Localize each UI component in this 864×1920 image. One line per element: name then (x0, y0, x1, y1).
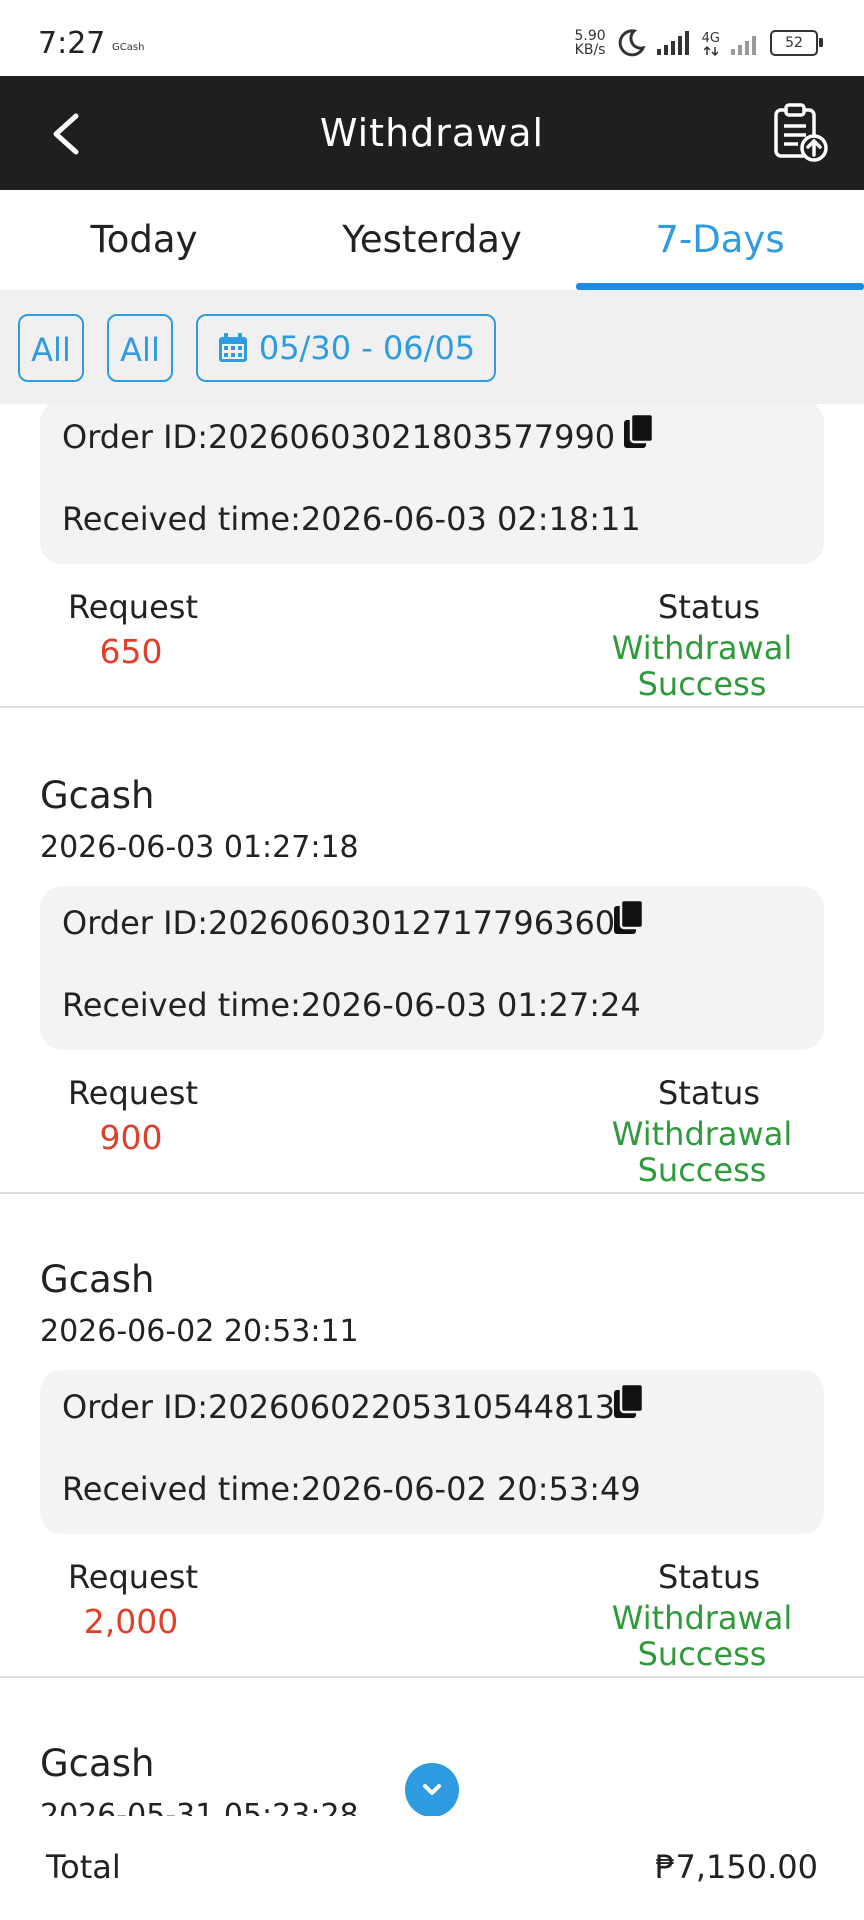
clipboard-upload-icon (774, 103, 828, 162)
moon-icon (618, 29, 646, 57)
tab-yesterday[interactable]: Yesterday (288, 190, 576, 290)
filter-bar: All All 05/30 - 06/05 (0, 290, 864, 404)
order-id: Order ID:20260603021803577990 (62, 418, 616, 456)
status-value: Withdrawal Success (592, 1116, 812, 1188)
status-value: Withdrawal Success (592, 1600, 812, 1672)
record-date: 2026-06-02 20:53:11 (40, 1314, 359, 1349)
battery-indicator: 52 (770, 30, 823, 56)
app-header: Withdrawal (0, 76, 864, 190)
page-title: Withdrawal (319, 111, 545, 155)
request-label: Request (68, 588, 198, 626)
status-line-1: Withdrawal (611, 1115, 793, 1153)
status-label: Status (658, 1558, 760, 1596)
signal-icon (656, 31, 689, 55)
status-time: 7:27 (38, 26, 106, 61)
network-speed: 5.90 KB/s (574, 29, 605, 57)
status-line-2: Success (637, 665, 767, 703)
total-label: Total (46, 1848, 121, 1886)
request-amount: 900 (99, 1118, 163, 1157)
status-line-1: Withdrawal (611, 629, 793, 667)
status-label: Status (658, 1074, 760, 1112)
status-line-2: Success (637, 1151, 767, 1189)
order-info-box: Order ID:20260603021803577990 Received t… (40, 404, 824, 564)
withdrawal-list[interactable]: Order ID:20260603021803577990 Received t… (0, 404, 864, 1816)
received-time: Received time:2026-06-02 20:53:49 (62, 1470, 641, 1508)
filter-chip-1[interactable]: All (18, 314, 84, 382)
filter-chip-2[interactable]: All (107, 314, 173, 382)
request-amount: 650 (99, 632, 163, 671)
network-speed-value: 5.90 (574, 28, 606, 44)
copy-icon[interactable] (622, 412, 656, 452)
record-date: 2026-06-03 01:27:18 (40, 830, 359, 865)
order-info-box: Order ID:20260602205310544813 Received t… (40, 1370, 824, 1534)
data-arrows-icon (703, 45, 718, 56)
date-tabs: Today Yesterday 7-Days (0, 190, 864, 290)
request-amount: 2,000 (83, 1602, 179, 1641)
divider (0, 706, 864, 708)
payment-method: Gcash (40, 774, 155, 817)
received-time: Received time:2026-06-03 01:27:24 (62, 986, 641, 1024)
mobile-data: 4G (702, 31, 720, 56)
order-info-box: Order ID:20260603012717796360 Received t… (40, 886, 824, 1050)
total-value: ₱7,150.00 (655, 1848, 818, 1886)
status-bar: 7:27 GCash 5.90 KB/s 4G 52 (0, 0, 864, 76)
payment-method: Gcash (40, 1258, 155, 1301)
total-footer: Total ₱7,150.00 (0, 1816, 864, 1920)
status-app-name: GCash (112, 42, 145, 53)
status-value: Withdrawal Success (592, 630, 812, 702)
report-button[interactable] (770, 102, 830, 164)
calendar-icon (218, 333, 247, 362)
received-time: Received time:2026-06-03 02:18:11 (62, 500, 641, 538)
request-label: Request (68, 1074, 198, 1112)
divider (0, 1192, 864, 1194)
divider (0, 1676, 864, 1678)
status-indicators: 5.90 KB/s 4G 52 (574, 28, 823, 58)
status-line-2: Success (637, 1635, 767, 1673)
tab-today[interactable]: Today (0, 190, 288, 290)
date-range-chip[interactable]: 05/30 - 06/05 (196, 314, 496, 382)
date-range-text: 05/30 - 06/05 (258, 329, 476, 367)
signal-icon-2 (731, 36, 756, 55)
copy-icon[interactable] (612, 898, 646, 938)
status-label: Status (658, 588, 760, 626)
copy-icon[interactable] (612, 1382, 646, 1422)
order-id: Order ID:20260603012717796360 (62, 904, 616, 942)
status-line-1: Withdrawal (611, 1599, 793, 1637)
payment-method: Gcash (40, 1742, 155, 1785)
network-type: 4G (701, 30, 720, 46)
scroll-down-button[interactable] (405, 1763, 459, 1817)
tab-7-days[interactable]: 7-Days (576, 190, 864, 290)
request-label: Request (68, 1558, 198, 1596)
network-speed-unit: KB/s (574, 42, 606, 58)
record-date: 2026-05-31 05:23:28 (40, 1798, 359, 1816)
order-id: Order ID:20260602205310544813 (62, 1388, 616, 1426)
chevron-down-icon (423, 1784, 441, 1795)
